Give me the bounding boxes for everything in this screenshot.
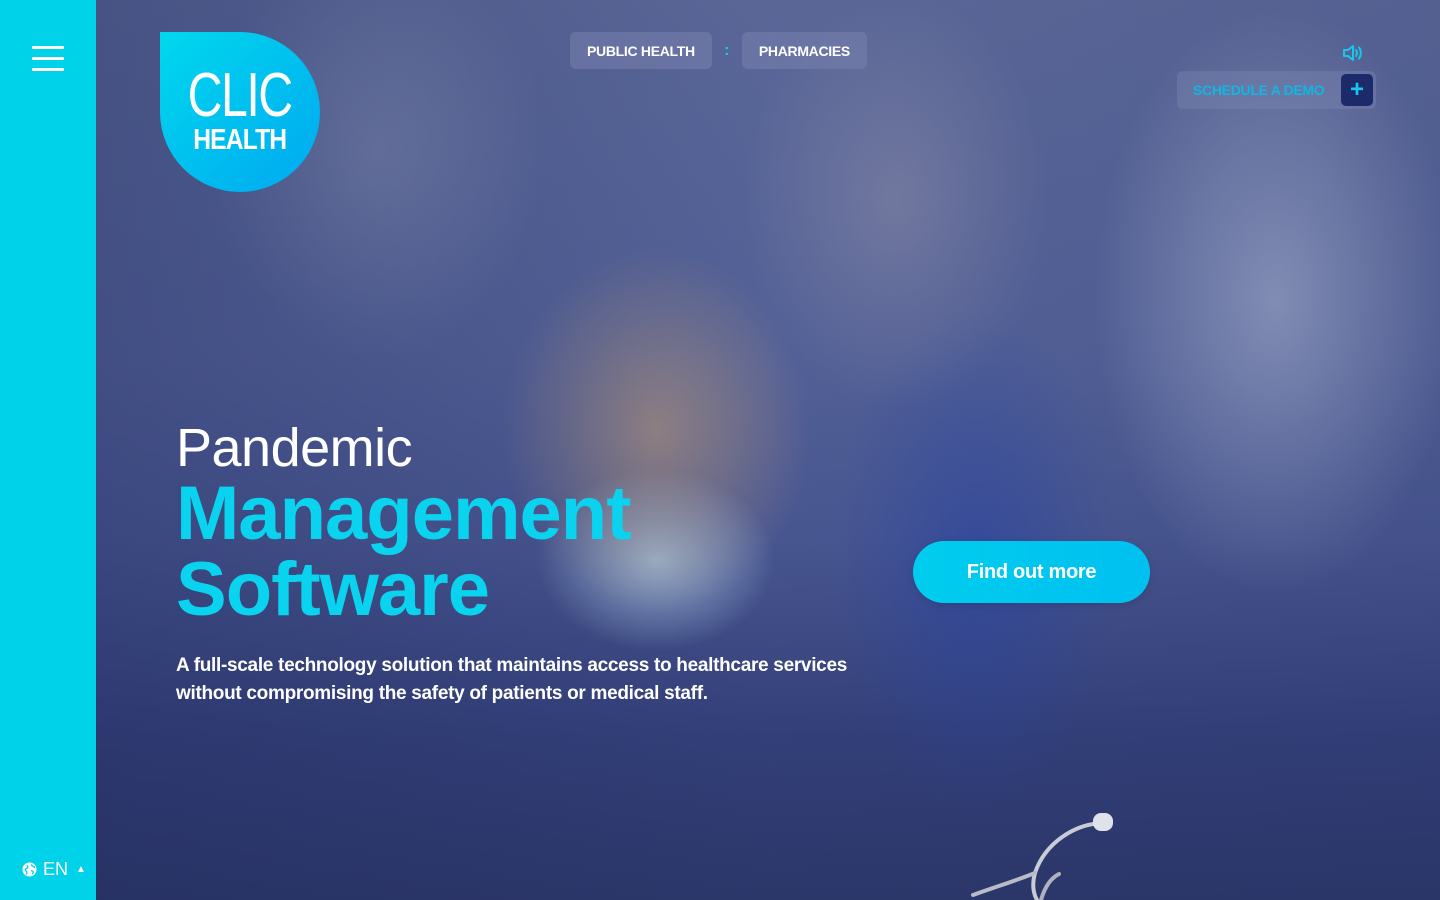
clic-health-logo[interactable]: CLIC HEALTH	[160, 32, 320, 192]
headline-line-3: Software	[176, 547, 490, 632]
plus-icon: +	[1341, 74, 1373, 106]
schedule-demo-label: SCHEDULE A DEMO	[1193, 82, 1325, 98]
hamburger-menu-icon[interactable]	[32, 46, 64, 72]
headline-line-1: Pandemic	[176, 418, 413, 478]
nav-separator: :	[724, 41, 730, 59]
language-label: EN	[43, 858, 69, 879]
caret-up-icon: ▲	[76, 863, 86, 875]
logo-line-2: HEALTH	[193, 124, 287, 156]
top-navigation: PUBLIC HEALTH : PHARMACIES	[570, 32, 867, 69]
hero-description: A full-scale technology solution that ma…	[176, 655, 847, 704]
nav-pharmacies[interactable]: PHARMACIES	[741, 32, 867, 69]
headline-line-2: Management	[176, 471, 632, 556]
logo-line-1: CLIC	[188, 61, 294, 130]
sidebar: EN ▲	[0, 0, 96, 900]
schedule-demo-button[interactable]: SCHEDULE A DEMO +	[1177, 71, 1376, 109]
language-selector[interactable]: EN ▲	[22, 858, 86, 880]
hero-headline: Pandemic Management Software	[176, 418, 632, 632]
stethoscope-graphic	[971, 813, 1113, 900]
find-out-more-button[interactable]: Find out more	[913, 541, 1150, 603]
nav-public-health[interactable]: PUBLIC HEALTH	[570, 32, 712, 69]
speaker-icon[interactable]	[1342, 43, 1364, 63]
globe-icon	[22, 861, 37, 877]
